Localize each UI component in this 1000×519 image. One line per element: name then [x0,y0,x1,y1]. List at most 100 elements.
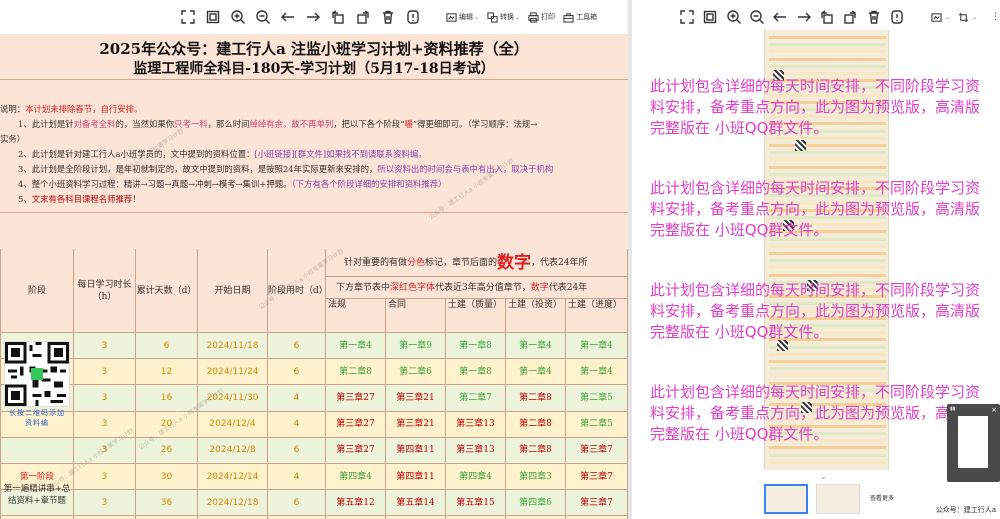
header-stage-days: 阶段用时（d） [268,249,328,333]
left-viewer: 编辑 ⌄ 转换 ⌄ 打印 工具箱 2025年公众号：建工行人a 注监小班学习计划+资… [0,0,628,519]
chapter-cell: 第一章4 [506,333,566,360]
doc-title-line1: 2025年公众号：建工行人a 注监小班学习计划+资料推荐（全） [99,40,529,58]
preview-row [769,50,886,54]
fullscreen-icon[interactable] [676,5,698,29]
preview-row [769,266,886,270]
chapter-cell: 第二章6 [386,359,446,386]
print-button[interactable]: 打印 [528,5,555,29]
chapter-cell: 第四章3 [506,464,566,491]
chapter-cell: 第三章21 [386,411,446,438]
hours-cell: 3 [74,437,136,464]
toolbox-icon [563,12,574,23]
fullscreen-icon[interactable] [176,5,200,29]
note-line-4: 4、整个小班资料学习过程：精讲→习题→真题→冲刺→模考→集训+押题。（下方有各个… [18,179,447,189]
preview-qr [795,140,806,151]
delete-icon[interactable] [862,5,884,29]
date-cell: 2024/12/18 [198,490,268,517]
arrow-left-icon[interactable] [276,5,300,29]
rotate-right-icon[interactable] [839,5,861,29]
floating-preview[interactable]: ▮▮ × [947,404,1000,482]
chapter-cell: 第三章7 [566,464,628,491]
doc-title-line2: 监理工程师全科目-180天-学习计划（5月17-18日考试） [133,61,495,77]
convert-label: 转换 [500,13,515,21]
preview-row [769,259,886,263]
popup-thumbnail [958,416,988,468]
hours-cell: 3 [74,333,136,360]
info-icon[interactable] [401,5,425,29]
preview-row [769,64,886,68]
edit-label: 编辑 [459,13,473,21]
convert-button[interactable]: 转换 ⌄ [487,5,520,29]
zoom-in-icon[interactable] [226,5,250,29]
note-line-2: 2、此计划是针对建工行人a小班学员的，文中提到的资料位置：[小班链接][群文件]… [18,149,427,159]
edit-image-button[interactable]: ⌄ [931,5,950,29]
date-cell: 2024/12/14 [198,464,268,491]
chapter-cell: 第二章8 [506,411,566,438]
chapter-cell: 第三章27 [326,437,386,464]
header-subject: 法规 [326,299,386,333]
days-cell: 6 [136,333,198,360]
chapter-cell: 第一章4 [566,359,628,386]
more-button[interactable]: ⋮ [991,5,1000,29]
fit-page-icon[interactable] [699,5,721,29]
rotate-right-icon[interactable] [351,5,375,29]
note-line-0: 说明：本计划未排除春节，自行安排。 [0,104,143,114]
header-sub-note: 下方章节表中 深红色字体 代表近3年高分值章节， 数字 代表24年 [326,277,628,299]
note-line-5: 5、文末有各科目课程名师推荐！ [18,194,141,204]
date-cell: 2024/11/24 [198,359,268,386]
note-line-1: 1、此计划是针对备考全科的，当然如果你只考一科，那么时间绰绰有余，故不再单列，把… [18,119,538,129]
hours-cell: 3 [74,464,136,491]
header-top-note: 针对重要的有做 分色 标记，章节后面的 数字 ，代表24年所 [326,249,628,277]
rotate-left-icon[interactable] [816,5,838,29]
header-subject: 土建（投资） [506,299,566,333]
delete-icon[interactable] [376,5,400,29]
preview-row [769,446,886,450]
popup-label-icon: ▮▮ [950,406,956,412]
arrow-left-icon[interactable] [769,5,791,29]
chapter-cell: 第一章4 [506,359,566,386]
preview-row [769,352,886,356]
chapter-cell: 第二章8 [326,359,386,386]
notes-block: 说明：本计划未排除春节，自行安排。 1、此计划是针对备考全科的，当然如果你只考一… [0,102,628,207]
zoom-in-icon[interactable] [723,5,745,29]
chapter-cell: 第三章7 [566,437,628,464]
zoom-out-icon[interactable] [251,5,275,29]
thumbnail-1[interactable] [764,484,808,514]
chapter-cell: 第三章7 [566,490,628,517]
qr-code [4,341,70,407]
header-subject: 土建（质量） [446,299,506,333]
info-icon[interactable] [886,5,908,29]
date-cell: 2024/11/18 [198,333,268,360]
chapter-cell: 第四章11 [386,437,446,464]
arrow-right-icon[interactable] [301,5,325,29]
chapter-cell: 第四章11 [386,464,446,491]
header-stage: 阶段 [0,249,74,333]
date-cell: 2024/12/4 [198,411,268,438]
hours-cell: 3 [74,385,136,412]
close-icon[interactable]: × [991,406,997,414]
edit-button[interactable]: 编辑 ⌄ [446,5,479,29]
chapter-cell: 第四章4 [326,464,386,491]
toolbox-button[interactable]: 工具箱 [563,5,597,29]
preview-row [769,165,886,169]
header-start-date: 开始日期 [198,249,268,333]
preview-row [769,158,886,162]
crop-button[interactable]: ⌄ [958,5,977,29]
arrow-right-icon[interactable] [792,5,814,29]
zoom-out-icon[interactable] [746,5,768,29]
preview-row [769,374,886,378]
crop-icon [958,12,969,22]
rotate-left-icon[interactable] [326,5,350,29]
fit-page-icon[interactable] [201,5,225,29]
chevron-down-icon[interactable]: ⌄ [820,472,827,481]
days-cell: 36 [136,490,198,517]
thumbnail-2[interactable] [816,484,860,514]
preview-row [769,460,886,464]
stage-label: 第一阶段 第一遍精讲串+总结资料+章节题 [3,472,71,506]
edit-icon [446,12,457,22]
preview-notice: 此计划包含详细的每天时间安排，不同阶段学习资料安排，备考重点方向，此为图为预览版… [650,179,981,239]
view-more-button[interactable]: 查看更多 [868,495,896,503]
chevron-down-icon: ⌄ [515,13,521,21]
print-label: 打印 [541,13,556,21]
header-subject: 土建（进度） [566,299,628,333]
